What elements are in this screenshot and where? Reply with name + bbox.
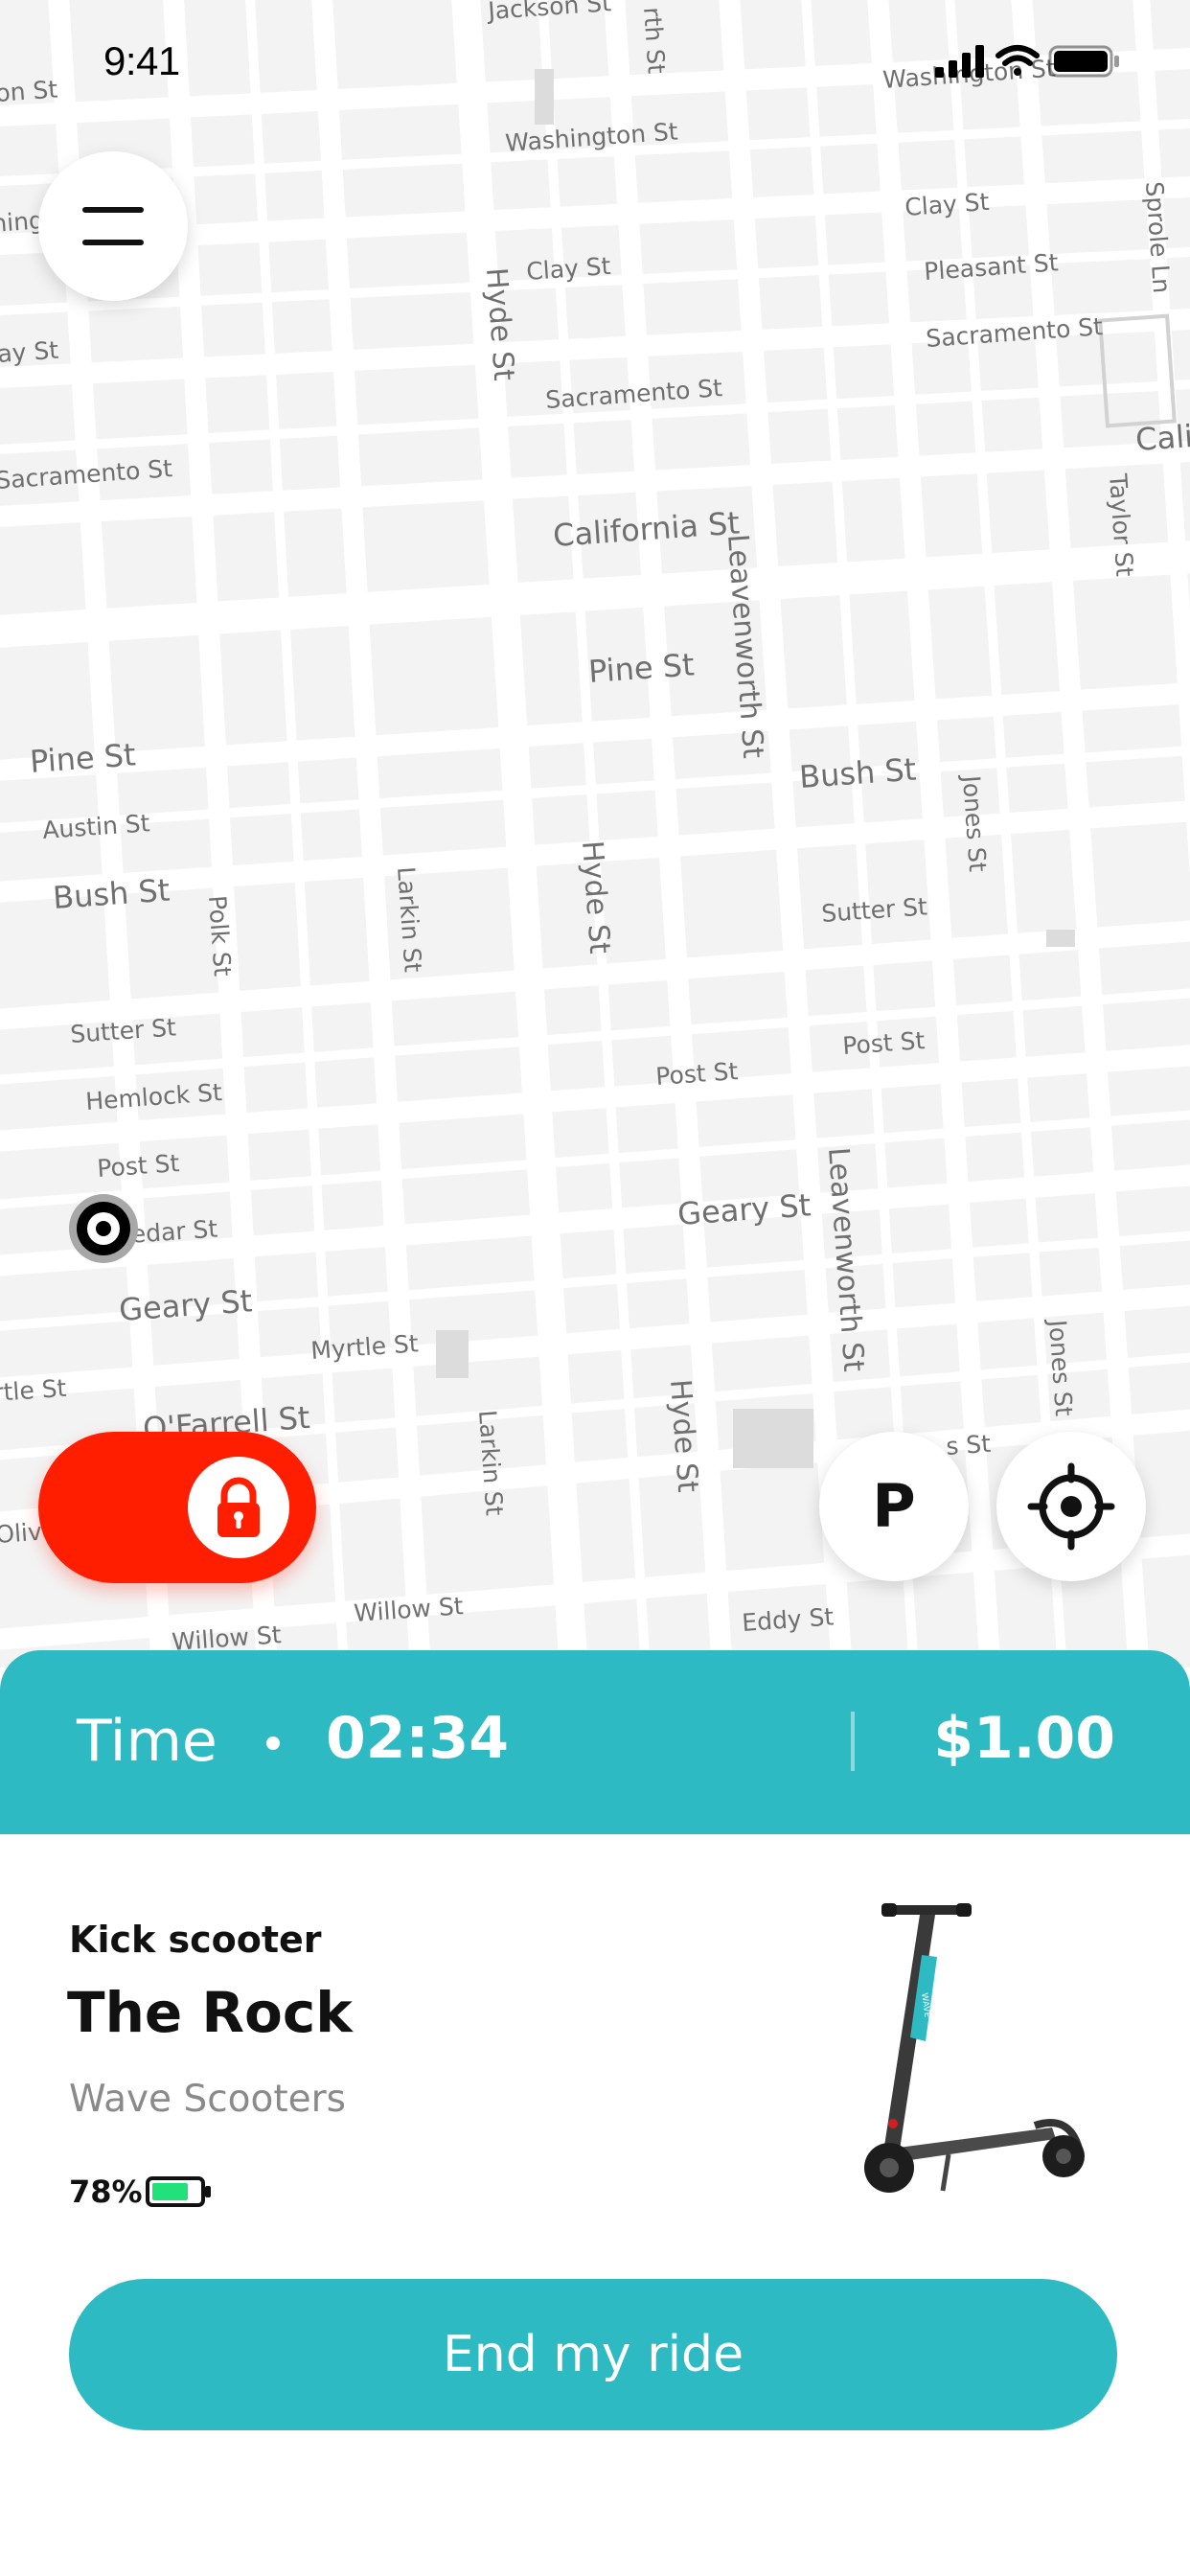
battery-percentage: 78% — [69, 2174, 143, 2210]
locate-me-button[interactable] — [996, 1432, 1146, 1581]
street-label: Clay St — [525, 252, 611, 286]
vehicle-type: Kick scooter — [69, 1919, 322, 1961]
street-label: Polk St — [203, 894, 237, 978]
street-label: Post St — [96, 1149, 180, 1183]
street-label: Clay St — [904, 188, 990, 221]
battery-level-fill — [152, 2183, 188, 2200]
ride-time-value: 02:34 — [326, 1705, 509, 1772]
separator-dot — [266, 1736, 280, 1750]
street-label: Pine St — [587, 646, 696, 690]
street-label: Post St — [654, 1057, 739, 1091]
street-label: on St — [0, 76, 58, 107]
lock-toggle-knob[interactable] — [188, 1457, 289, 1558]
vehicle-company: Wave Scooters — [69, 2078, 346, 2121]
status-time: 9:41 — [103, 38, 180, 83]
scooter-location-marker[interactable] — [69, 1194, 138, 1263]
lock-toggle[interactable] — [38, 1432, 316, 1583]
divider — [851, 1712, 855, 1771]
parking-button[interactable]: P — [819, 1432, 969, 1581]
wifi-icon — [995, 45, 1040, 76]
menu-icon-bar-bottom — [82, 240, 144, 245]
street-label: rtle St — [0, 1374, 67, 1407]
menu-button[interactable] — [38, 151, 188, 301]
battery-icon — [1048, 45, 1119, 78]
end-ride-button[interactable]: End my ride — [69, 2279, 1117, 2430]
end-ride-label: End my ride — [442, 2326, 744, 2383]
crosshair-icon — [1027, 1462, 1115, 1551]
time-label: Time — [77, 1708, 217, 1775]
street-label: ay St — [0, 336, 59, 368]
street-label: Cali — [1134, 418, 1190, 458]
ride-price: $1.00 — [933, 1705, 1115, 1772]
battery-level-icon — [146, 2175, 213, 2208]
menu-icon-bar-top — [82, 207, 144, 213]
parking-label: P — [872, 1471, 916, 1541]
cellular-signal-icon — [935, 45, 984, 78]
lock-icon — [217, 1477, 260, 1537]
street-label: Post St — [841, 1026, 926, 1060]
street-label: rth St — [638, 6, 671, 75]
ride-info-bar: Time 02:34 $1.00 — [0, 1650, 1190, 1834]
street-label: Pine St — [29, 736, 137, 780]
scooter-image: WAVE — [843, 1898, 1092, 2204]
vehicle-name: The Rock — [67, 1980, 353, 2045]
status-icons — [935, 42, 1123, 80]
